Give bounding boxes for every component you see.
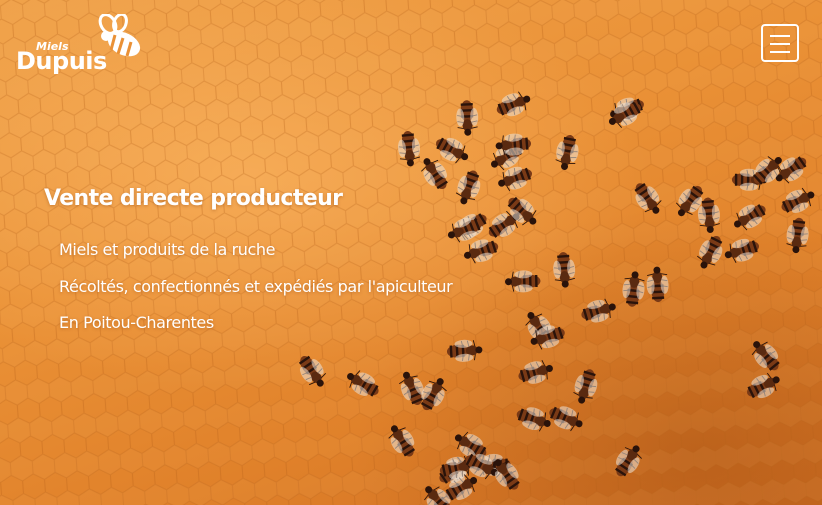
bee	[646, 266, 669, 303]
bee	[516, 407, 551, 432]
bee	[397, 130, 421, 167]
bee	[581, 298, 616, 323]
feature-item: Miels et produits de la ruche	[59, 240, 276, 259]
bee	[553, 252, 576, 288]
brand-logo[interactable]: Miels Dupuis	[14, 14, 146, 78]
bee	[615, 445, 642, 477]
hamburger-menu-button[interactable]	[761, 24, 799, 62]
bee	[751, 341, 780, 371]
feature-item: Récoltés, confectionnés et expédiés par …	[59, 276, 453, 296]
bee	[549, 406, 583, 432]
bee	[781, 187, 815, 213]
bee	[505, 270, 541, 293]
bee	[697, 235, 723, 269]
bee-logo-icon	[98, 14, 141, 57]
hero-section: Miels Dupuis Vente directe producteur Mi…	[0, 0, 822, 505]
hero-headline: Vente directe producteur	[44, 186, 343, 211]
feature-item: En Poitou-Charentes	[59, 313, 214, 332]
bee	[634, 183, 662, 214]
bee	[573, 369, 598, 404]
bee	[298, 355, 326, 387]
hero-features-list: Miels et produits de la ruche Récoltés, …	[59, 238, 453, 348]
bee	[388, 425, 416, 457]
hamburger-line	[770, 51, 790, 53]
bee	[555, 134, 579, 170]
bee	[786, 217, 809, 254]
bee	[456, 100, 479, 136]
bee	[747, 372, 780, 399]
bee	[347, 370, 379, 397]
bee	[724, 238, 760, 263]
hamburger-line	[770, 43, 790, 45]
bee	[622, 271, 645, 307]
bee	[496, 91, 531, 117]
bee	[455, 170, 481, 205]
bee	[734, 204, 766, 231]
hamburger-line	[770, 35, 790, 37]
bee	[518, 360, 553, 384]
